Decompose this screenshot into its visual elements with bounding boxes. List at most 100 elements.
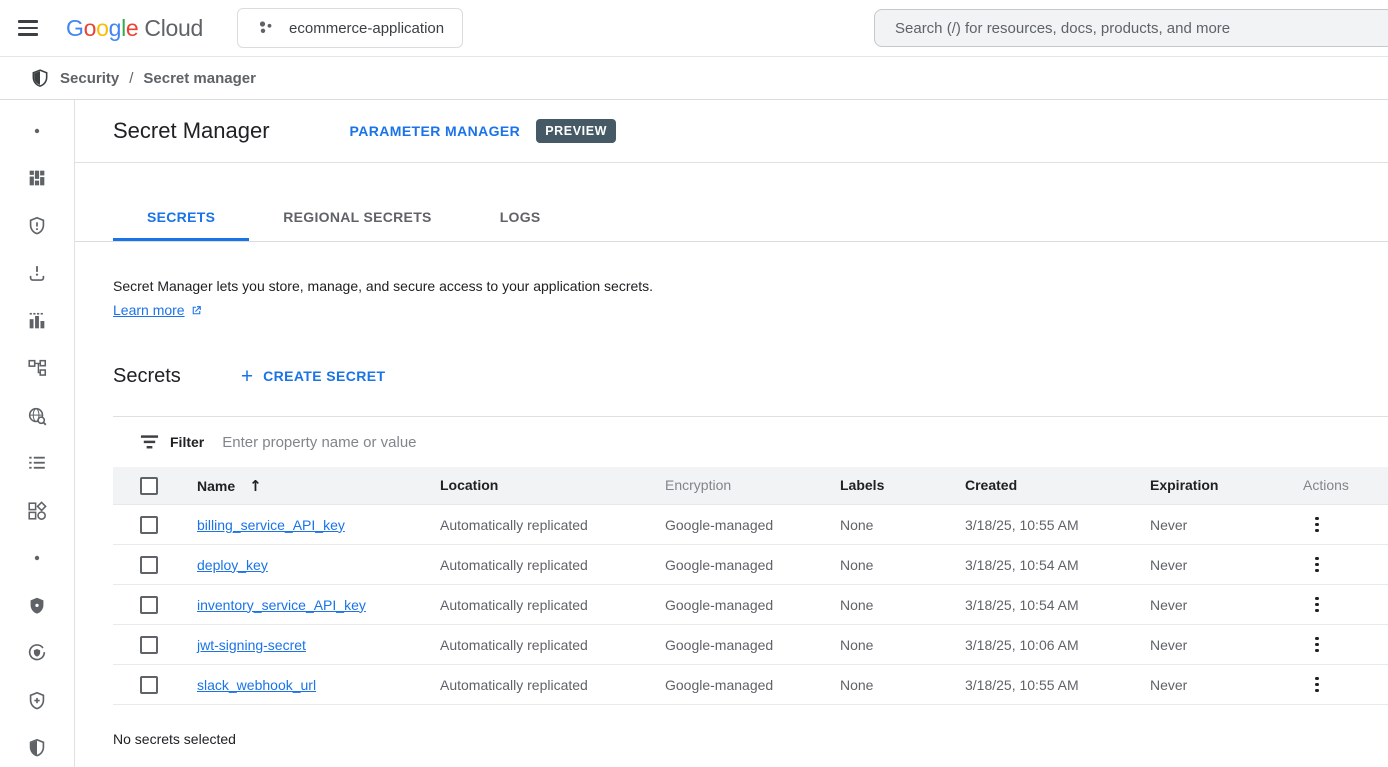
cell-encryption: Google-managed	[653, 557, 828, 573]
column-header-actions: Actions	[1303, 477, 1349, 493]
secret-link[interactable]: inventory_service_API_key	[197, 597, 366, 613]
sidebar-shield-half-icon[interactable]	[0, 725, 74, 767]
sort-ascending-icon[interactable]: ↑	[249, 477, 262, 495]
breadcrumb-security[interactable]: Security	[60, 70, 119, 87]
cell-labels: None	[828, 677, 953, 693]
table-row: jwt-signing-secret Automatically replica…	[113, 625, 1388, 665]
logo-letter: e	[126, 15, 139, 42]
sidebar-shield-filled-icon[interactable]	[0, 582, 74, 630]
page-title: Secret Manager	[113, 118, 270, 144]
breadcrumb-secret-manager[interactable]: Secret manager	[143, 70, 256, 87]
cell-created: 3/18/25, 10:06 AM	[953, 637, 1138, 653]
cell-created: 3/18/25, 10:55 AM	[953, 517, 1138, 533]
row-checkbox[interactable]	[140, 596, 158, 614]
cell-location: Automatically replicated	[428, 597, 653, 613]
project-name: ecommerce-application	[289, 20, 444, 37]
sidebar-dot-icon[interactable]	[0, 535, 74, 583]
cell-expiration: Never	[1138, 597, 1283, 613]
sidebar-chart-icon[interactable]	[0, 297, 74, 345]
top-bar: Google Cloud ecommerce-application	[0, 0, 1388, 57]
cell-labels: None	[828, 597, 953, 613]
cell-labels: None	[828, 557, 953, 573]
filter-input[interactable]	[222, 434, 1388, 451]
cell-location: Automatically replicated	[428, 557, 653, 573]
search-input[interactable]	[874, 9, 1388, 47]
sidebar-globe-search-icon[interactable]	[0, 392, 74, 440]
page-header: Secret Manager PARAMETER MANAGER PREVIEW	[75, 100, 1388, 163]
sidebar-shield-alert-icon[interactable]	[0, 202, 74, 250]
learn-more-link[interactable]: Learn more	[113, 302, 185, 318]
filter-bar: Filter	[113, 417, 1388, 467]
row-actions-menu-icon[interactable]	[1305, 594, 1329, 616]
sidebar-findings-inbox-icon[interactable]	[0, 250, 74, 298]
google-cloud-logo: Google Cloud	[66, 15, 203, 42]
row-checkbox[interactable]	[140, 676, 158, 694]
tab-logs[interactable]: LOGS	[466, 193, 575, 241]
plus-icon: +	[241, 366, 253, 387]
secrets-table: Filter Name ↑ Location Encryption Labels…	[113, 416, 1388, 705]
row-actions-menu-icon[interactable]	[1305, 554, 1329, 576]
tab-regional-secrets[interactable]: REGIONAL SECRETS	[249, 193, 465, 241]
security-shield-icon	[30, 68, 50, 88]
sidebar-sources-list-icon[interactable]	[0, 440, 74, 488]
secrets-heading: Secrets	[113, 365, 181, 388]
sidebar-resources-shapes-icon[interactable]	[0, 487, 74, 535]
sidebar-dot-icon[interactable]	[0, 107, 74, 155]
cell-location: Automatically replicated	[428, 677, 653, 693]
secret-link[interactable]: billing_service_API_key	[197, 517, 345, 533]
logo-letter: g	[109, 15, 122, 42]
sidebar-risk-overview-icon[interactable]	[0, 155, 74, 203]
cell-labels: None	[828, 517, 953, 533]
sidebar-compliance-icon[interactable]	[0, 630, 74, 678]
create-secret-button[interactable]: + CREATE SECRET	[241, 366, 386, 387]
cell-created: 3/18/25, 10:55 AM	[953, 677, 1138, 693]
row-actions-menu-icon[interactable]	[1305, 634, 1329, 656]
project-dots-icon	[256, 18, 276, 38]
project-selector[interactable]: ecommerce-application	[237, 8, 463, 48]
logo-letter: o	[84, 15, 97, 42]
sidebar-shield-plus-icon[interactable]	[0, 677, 74, 725]
column-header-name[interactable]: Name	[197, 478, 235, 494]
cell-location: Automatically replicated	[428, 637, 653, 653]
cell-created: 3/18/25, 10:54 AM	[953, 597, 1138, 613]
secret-link[interactable]: deploy_key	[197, 557, 268, 573]
logo-letter: o	[96, 15, 109, 42]
cell-expiration: Never	[1138, 637, 1283, 653]
filter-icon	[140, 434, 159, 450]
left-nav-sidebar	[0, 100, 75, 767]
cell-created: 3/18/25, 10:54 AM	[953, 557, 1138, 573]
cell-encryption: Google-managed	[653, 517, 828, 533]
cell-expiration: Never	[1138, 677, 1283, 693]
tab-secrets[interactable]: SECRETS	[113, 193, 249, 241]
page-description: Secret Manager lets you store, manage, a…	[113, 276, 1388, 296]
column-header-labels[interactable]: Labels	[840, 477, 884, 493]
preview-badge: PREVIEW	[536, 119, 616, 143]
cell-encryption: Google-managed	[653, 677, 828, 693]
breadcrumb-separator: /	[129, 70, 133, 87]
column-header-created[interactable]: Created	[965, 477, 1017, 493]
row-checkbox[interactable]	[140, 516, 158, 534]
cell-labels: None	[828, 637, 953, 653]
cell-location: Automatically replicated	[428, 517, 653, 533]
selection-status: No secrets selected	[113, 731, 1388, 747]
row-actions-menu-icon[interactable]	[1305, 514, 1329, 536]
column-header-location[interactable]: Location	[440, 477, 498, 493]
column-header-encryption: Encryption	[665, 477, 731, 493]
logo-letter: G	[66, 15, 84, 42]
row-checkbox[interactable]	[140, 636, 158, 654]
hamburger-menu-icon[interactable]	[18, 16, 42, 40]
column-header-expiration[interactable]: Expiration	[1150, 477, 1218, 493]
row-checkbox[interactable]	[140, 556, 158, 574]
external-link-icon	[190, 304, 203, 317]
logo-cloud-text: Cloud	[144, 15, 203, 42]
row-actions-menu-icon[interactable]	[1305, 674, 1329, 696]
breadcrumb: Security / Secret manager	[0, 57, 1388, 100]
sidebar-hierarchy-icon[interactable]	[0, 345, 74, 393]
secret-link[interactable]: slack_webhook_url	[197, 677, 316, 693]
tab-bar: SECRETS REGIONAL SECRETS LOGS	[75, 163, 1388, 242]
select-all-checkbox[interactable]	[140, 477, 158, 495]
secret-link[interactable]: jwt-signing-secret	[197, 637, 306, 653]
cell-expiration: Never	[1138, 557, 1283, 573]
parameter-manager-link[interactable]: PARAMETER MANAGER	[350, 123, 521, 139]
table-row: deploy_key Automatically replicated Goog…	[113, 545, 1388, 585]
